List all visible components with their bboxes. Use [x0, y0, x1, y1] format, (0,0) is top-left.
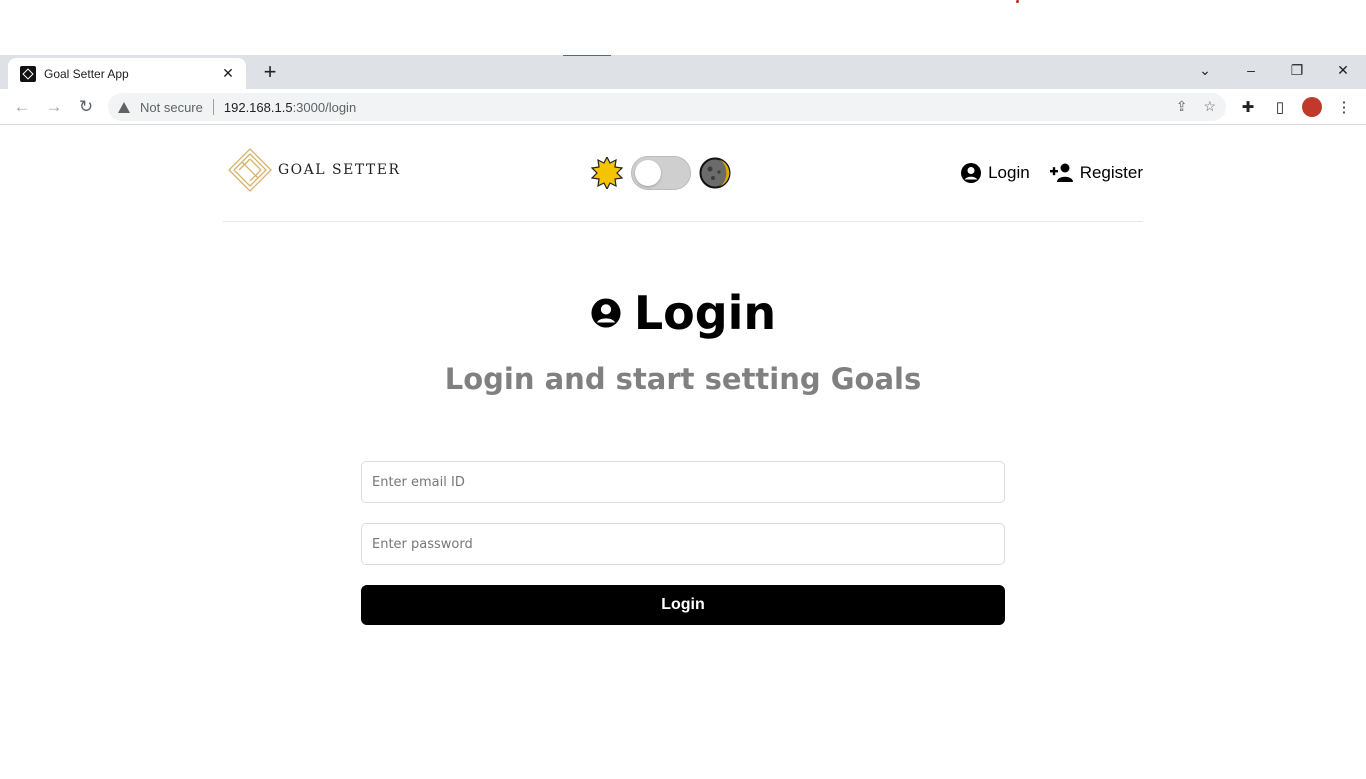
profile-avatar[interactable]	[1302, 97, 1322, 117]
nav-login-link[interactable]: Login	[960, 162, 1030, 184]
restore-icon[interactable]: ❐	[1274, 55, 1320, 85]
forward-icon[interactable]: →	[40, 93, 68, 121]
side-panel-icon[interactable]: ▯	[1268, 95, 1292, 119]
url-path: :3000/login	[292, 99, 357, 115]
theme-switcher	[591, 156, 731, 190]
reload-icon[interactable]: ↻	[72, 93, 100, 121]
logo[interactable]: GOAL SETTER	[228, 148, 401, 192]
user-circle-icon	[961, 163, 982, 183]
user-plus-icon	[1049, 163, 1073, 182]
toggle-knob	[635, 160, 661, 186]
bookmark-star-icon[interactable]: ☆	[1203, 98, 1216, 115]
menu-kebab-icon[interactable]: ⋮	[1332, 95, 1356, 119]
header-nav: Login Register	[960, 162, 1143, 184]
tab-title: Goal Setter App	[44, 66, 129, 81]
browser-toolbar: ← → ↻ Not secure 192.168.1.5 :3000/login…	[0, 89, 1366, 125]
favicon-icon	[20, 65, 36, 82]
page-title-text: Login	[633, 286, 777, 340]
minimize-icon[interactable]: –	[1228, 55, 1274, 85]
url-host: 192.168.1.5	[223, 99, 293, 115]
login-submit-button[interactable]: Login	[361, 585, 1005, 625]
browser-tab[interactable]: Goal Setter App ✕	[8, 58, 246, 89]
password-input[interactable]	[361, 523, 1005, 565]
sun-icon	[591, 157, 623, 189]
top-blank-area	[0, 0, 1366, 55]
page-subtitle: Login and start setting Goals	[444, 362, 922, 396]
tab-close-icon[interactable]: ✕	[220, 65, 236, 82]
login-form: Login	[361, 461, 1005, 625]
nav-register-link[interactable]: Register	[1049, 163, 1143, 183]
email-input[interactable]	[361, 461, 1005, 503]
security-label[interactable]: Not secure	[140, 100, 203, 115]
back-icon[interactable]: ←	[8, 93, 36, 121]
nav-register-label: Register	[1079, 163, 1143, 182]
browser-tabstrip: Goal Setter App ✕ + ⌄ – ❐ ✕	[0, 55, 1366, 89]
page-title: Login	[590, 286, 776, 340]
tab-search-icon[interactable]: ⌄	[1182, 55, 1228, 85]
user-circle-icon	[591, 298, 621, 328]
extensions-icon[interactable]: ✚	[1236, 95, 1260, 119]
window-close-icon[interactable]: ✕	[1320, 55, 1366, 85]
red-dot	[1016, 0, 1019, 3]
logo-text: GOAL SETTER	[278, 162, 401, 178]
theme-toggle[interactable]	[631, 156, 691, 190]
tab-accent-line	[563, 55, 611, 56]
new-tab-button[interactable]: +	[258, 58, 282, 86]
nav-login-label: Login	[988, 163, 1030, 182]
moon-icon	[699, 157, 731, 189]
share-icon[interactable]: ⇪	[1176, 98, 1188, 115]
address-bar[interactable]: Not secure 192.168.1.5 :3000/login ⇪ ☆	[108, 93, 1226, 121]
app-header: GOAL SETTER Login Register	[223, 126, 1143, 222]
warning-icon	[118, 101, 130, 113]
app-page: GOAL SETTER Login Register Login Login a…	[0, 126, 1366, 779]
address-separator	[212, 99, 214, 115]
logo-diamond-icon	[228, 148, 272, 192]
hero-section: Login Login and start setting Goals	[0, 286, 1366, 396]
